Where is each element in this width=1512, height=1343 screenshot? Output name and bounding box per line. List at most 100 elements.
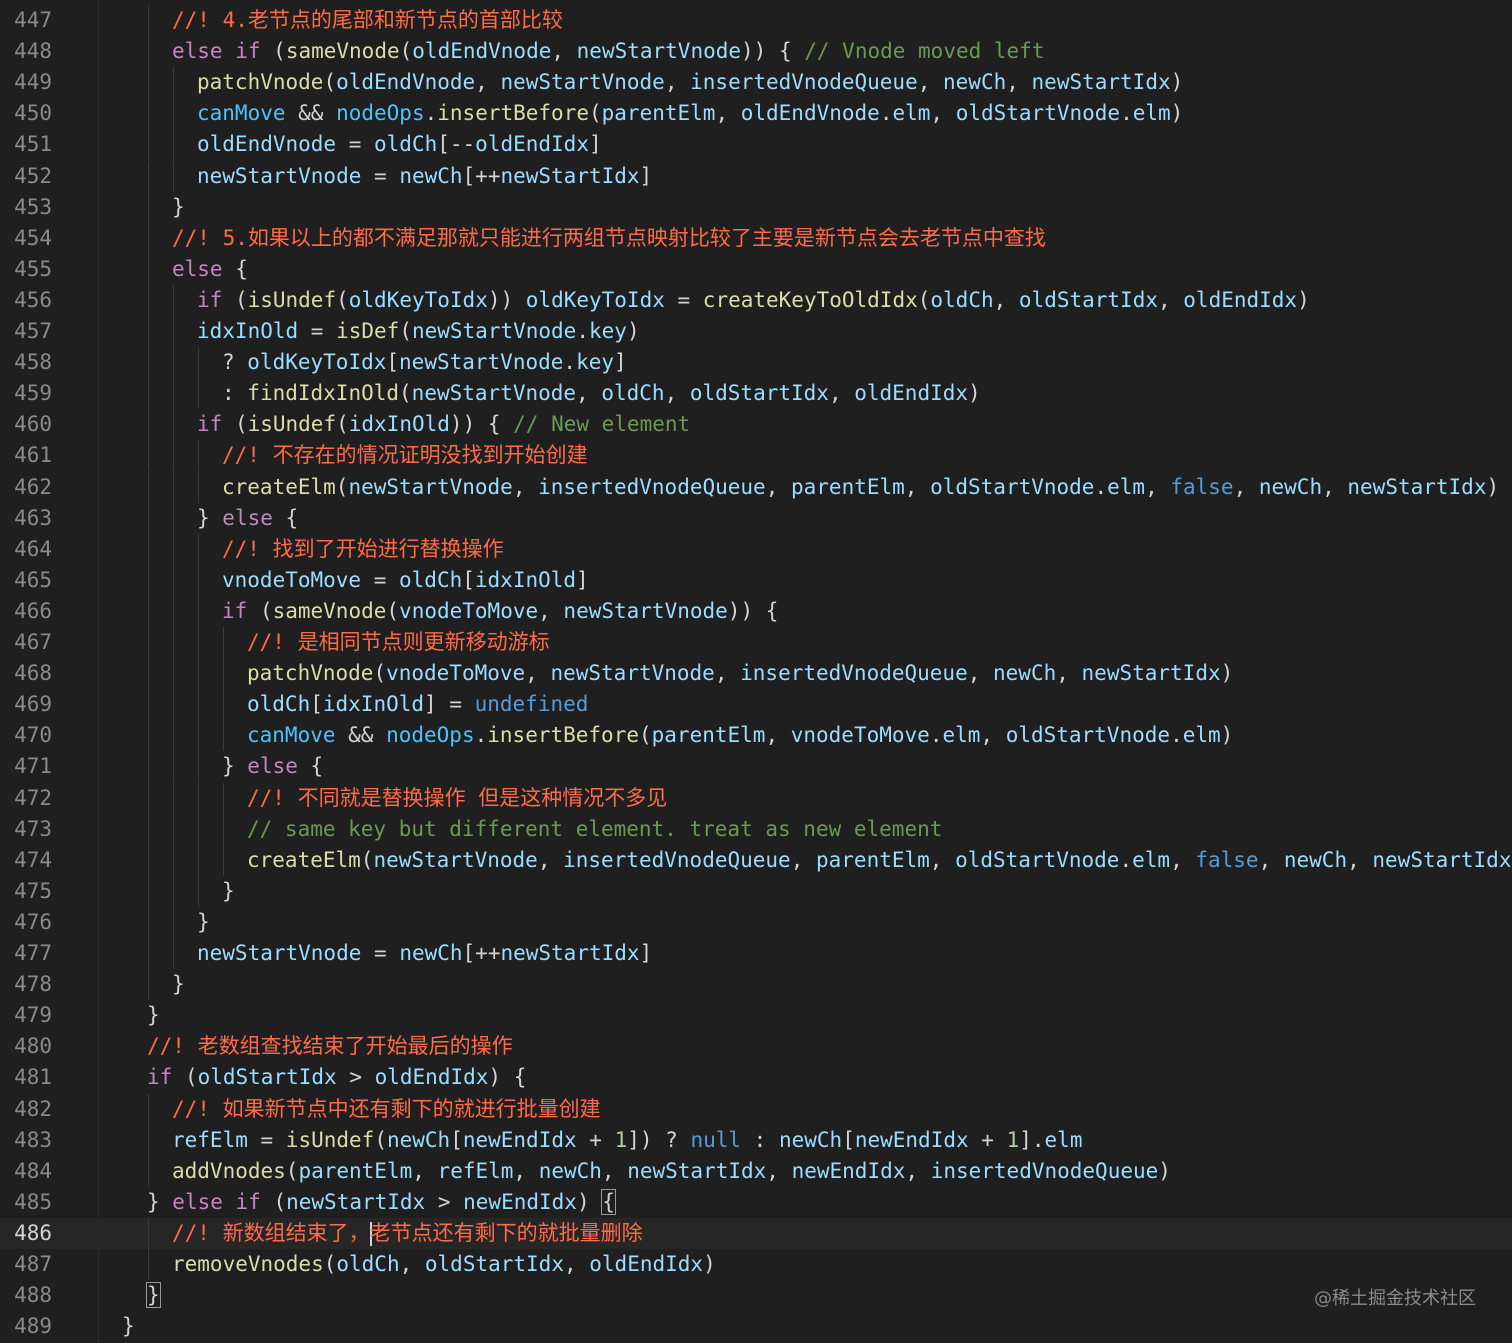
- code-text[interactable]: createElm(newStartVnode, insertedVnodeQu…: [222, 472, 1499, 503]
- code-line[interactable]: 449 patchVnode(oldEndVnode, newStartVnode…: [0, 67, 1512, 99]
- code-text[interactable]: if (isUndef(oldKeyToIdx)) oldKeyToIdx = …: [197, 285, 1310, 316]
- code-text[interactable]: vnodeToMove = oldCh[idxInOld]: [222, 565, 589, 596]
- code-text[interactable]: oldEndVnode = oldCh[--oldEndIdx]: [197, 129, 602, 160]
- code-text[interactable]: //! 老数组查找结束了开始最后的操作: [147, 1031, 513, 1062]
- code-line[interactable]: 480 //! 老数组查找结束了开始最后的操作: [0, 1031, 1512, 1062]
- code-text[interactable]: if (oldStartIdx > oldEndIdx) {: [147, 1062, 526, 1093]
- code-text[interactable]: createElm(newStartVnode, insertedVnodeQu…: [247, 845, 1512, 876]
- code-line[interactable]: 448 else if (sameVnode(oldEndVnode, newSt…: [0, 36, 1512, 68]
- code-line[interactable]: 455 else {: [0, 253, 1512, 285]
- line-number: 447: [14, 8, 52, 32]
- code-text[interactable]: if (isUndef(idxInOld)) { // New element: [197, 409, 690, 440]
- code-text[interactable]: }: [172, 192, 185, 223]
- indent-guide: [198, 440, 199, 472]
- code-token: oldStartIdx: [424, 1252, 564, 1276]
- code-line[interactable]: 472 //! 不同就是替换操作 但是这种情况不多见: [0, 782, 1512, 814]
- code-text[interactable]: //! 不存在的情况证明没找到开始创建: [222, 440, 588, 471]
- code-line[interactable]: 477 newStartVnode = newCh[++newStartIdx]: [0, 938, 1512, 970]
- code-text[interactable]: canMove && nodeOps.insertBefore(parentEl…: [247, 720, 1233, 751]
- code-line[interactable]: 464 //! 找到了开始进行替换操作: [0, 533, 1512, 565]
- code-text[interactable]: // same key but different element. treat…: [247, 814, 942, 845]
- code-text[interactable]: //! 是相同节点则更新移动游标: [247, 627, 550, 658]
- code-line[interactable]: 460 if (isUndef(idxInOld)) { // New eleme…: [0, 409, 1512, 441]
- code-text[interactable]: addVnodes(parentElm, refElm, newCh, newS…: [172, 1156, 1171, 1187]
- code-line[interactable]: 484 addVnodes(parentElm, refElm, newCh, n…: [0, 1155, 1512, 1187]
- code-text[interactable]: }: [222, 876, 235, 907]
- code-line[interactable]: 447 //! 4.老节点的尾部和新节点的首部比较: [0, 5, 1512, 37]
- code-line[interactable]: 461 //! 不存在的情况证明没找到开始创建: [0, 440, 1512, 472]
- indent-guide: [173, 782, 174, 814]
- code-text[interactable]: //! 5.如果以上的都不满足那就只能进行两组节点映射比较了主要是新节点会去老节…: [172, 223, 1046, 254]
- code-text[interactable]: refElm = isUndef(newCh[newEndIdx + 1]) ?…: [172, 1125, 1082, 1156]
- code-token: oldCh: [374, 132, 438, 157]
- code-text[interactable]: else {: [172, 254, 248, 285]
- code-token: +: [968, 1127, 1007, 1152]
- code-line[interactable]: 481 if (oldStartIdx > oldEndIdx) {: [0, 1062, 1512, 1093]
- code-line[interactable]: 483 refElm = isUndef(newCh[newEndIdx + 1]…: [0, 1124, 1512, 1156]
- code-text[interactable]: //! 找到了开始进行替换操作: [222, 534, 504, 565]
- indent-guide: [173, 813, 174, 845]
- code-line[interactable]: 450 canMove && nodeOps.insertBefore(paren…: [0, 98, 1512, 130]
- code-line[interactable]: 457 idxInOld = isDef(newStartVnode.key): [0, 316, 1512, 348]
- code-line[interactable]: 462 createElm(newStartVnode, insertedVnod…: [0, 471, 1512, 503]
- code-text[interactable]: removeVnodes(oldCh, oldStartIdx, oldEndI…: [172, 1249, 716, 1280]
- code-line[interactable]: 470 canMove && nodeOps.insertBefore(paren…: [0, 720, 1512, 752]
- code-line[interactable]: 466 if (sameVnode(vnodeToMove, newStartVn…: [0, 595, 1512, 627]
- code-line[interactable]: 454 //! 5.如果以上的都不满足那就只能进行两组节点映射比较了主要是新节点会…: [0, 222, 1512, 254]
- code-text[interactable]: }: [172, 969, 185, 1000]
- code-text[interactable]: }: [147, 1000, 160, 1031]
- code-line[interactable]: 458? oldKeyToIdx[newStartVnode.key]: [0, 347, 1512, 379]
- code-text[interactable]: if (sameVnode(vnodeToMove, newStartVnode…: [222, 596, 778, 627]
- code-text[interactable]: //! 新数组结束了，老节点还有剩下的就批量删除: [172, 1218, 643, 1249]
- code-editor[interactable]: 447 //! 4.老节点的尾部和新节点的首部比较 448 else if (same…: [0, 0, 1512, 1343]
- code-token: }: [122, 1314, 135, 1339]
- code-line[interactable]: 485} else if (newStartIdx > newEndIdx) {: [0, 1187, 1512, 1218]
- code-line[interactable]: 471} else {: [0, 751, 1512, 783]
- code-text[interactable]: newStartVnode = newCh[++newStartIdx]: [197, 161, 652, 192]
- code-text[interactable]: //! 不同就是替换操作 但是这种情况不多见: [247, 783, 667, 814]
- indent-guide: [148, 98, 149, 130]
- code-token: if: [235, 1189, 261, 1214]
- code-line[interactable]: 482 //! 如果新节点中还有剩下的就进行批量创建: [0, 1093, 1512, 1125]
- code-text[interactable]: //! 如果新节点中还有剩下的就进行批量创建: [172, 1094, 601, 1125]
- code-line[interactable]: 452 newStartVnode = newCh[++newStartIdx]: [0, 160, 1512, 192]
- code-text[interactable]: patchVnode(oldEndVnode, newStartVnode, i…: [197, 67, 1183, 98]
- code-line[interactable]: 479}: [0, 1000, 1512, 1031]
- code-text[interactable]: patchVnode(vnodeToMove, newStartVnode, i…: [247, 658, 1233, 689]
- code-line[interactable]: 489}: [0, 1311, 1512, 1342]
- code-line[interactable]: 476}: [0, 906, 1512, 938]
- code-text[interactable]: } else {: [197, 503, 298, 534]
- code-line[interactable]: 488}: [0, 1280, 1512, 1311]
- code-line[interactable]: 451 oldEndVnode = oldCh[--oldEndIdx]: [0, 129, 1512, 161]
- code-line[interactable]: 463 } else {: [0, 502, 1512, 534]
- code-text[interactable]: else if (sameVnode(oldEndVnode, newStart…: [172, 36, 1044, 67]
- code-line[interactable]: 469 oldCh[idxInOld] = undefined: [0, 689, 1512, 721]
- code-text[interactable]: } else if (newStartIdx > newEndIdx) {: [147, 1187, 616, 1218]
- indent-guide: [173, 440, 174, 472]
- code-line[interactable]: 473 // same key but different element. tr…: [0, 813, 1512, 845]
- code-line[interactable]: 465 vnodeToMove = oldCh[idxInOld]: [0, 564, 1512, 596]
- code-text[interactable]: newStartVnode = newCh[++newStartIdx]: [197, 938, 652, 969]
- code-line[interactable]: 453}: [0, 191, 1512, 223]
- code-token: refElm: [172, 1127, 248, 1152]
- line-number: 463: [14, 505, 52, 530]
- code-text[interactable]: }: [122, 1311, 135, 1342]
- code-line[interactable]: 468 patchVnode(vnodeToMove, newStartVnode…: [0, 658, 1512, 690]
- code-text[interactable]: ? oldKeyToIdx[newStartVnode.key]: [222, 347, 627, 378]
- code-line[interactable]: 486 //! 新数组结束了，老节点还有剩下的就批量删除: [0, 1217, 1512, 1249]
- code-text[interactable]: //! 4.老节点的尾部和新节点的首部比较: [172, 5, 563, 36]
- code-text[interactable]: }: [197, 907, 210, 938]
- code-line[interactable]: 474 createElm(newStartVnode, insertedVnod…: [0, 844, 1512, 876]
- code-line[interactable]: 456 if (isUndef(oldKeyToIdx)) oldKeyToIdx…: [0, 284, 1512, 316]
- code-text[interactable]: idxInOld = isDef(newStartVnode.key): [197, 316, 640, 347]
- code-text[interactable]: : findIdxInOld(newStartVnode, oldCh, old…: [222, 378, 981, 409]
- code-line[interactable]: 478}: [0, 969, 1512, 1001]
- code-line[interactable]: 487 removeVnodes(oldCh, oldStartIdx, oldE…: [0, 1249, 1512, 1281]
- code-line[interactable]: 467 //! 是相同节点则更新移动游标: [0, 627, 1512, 659]
- code-line[interactable]: 459: findIdxInOld(newStartVnode, oldCh, …: [0, 378, 1512, 410]
- code-text[interactable]: } else {: [222, 751, 323, 782]
- code-line[interactable]: 475}: [0, 875, 1512, 907]
- code-text[interactable]: }: [146, 1280, 161, 1311]
- code-text[interactable]: canMove && nodeOps.insertBefore(parentEl…: [197, 98, 1183, 129]
- code-text[interactable]: oldCh[idxInOld] = undefined: [247, 689, 588, 720]
